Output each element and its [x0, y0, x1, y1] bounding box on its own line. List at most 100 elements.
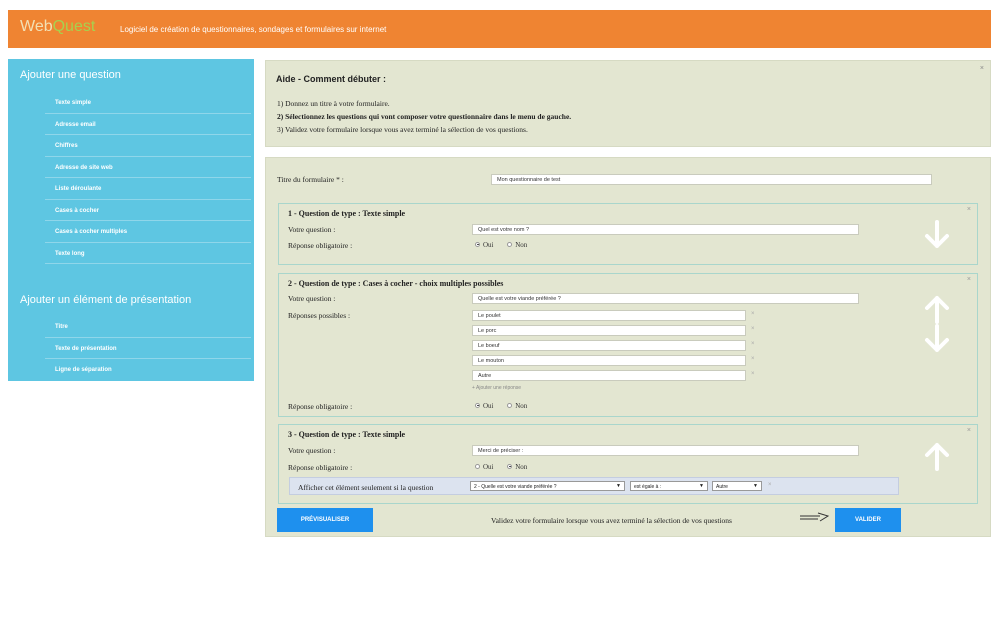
condition-operator-select[interactable]: est égale à : ▼ — [630, 481, 708, 491]
validate-hint-text: Validez votre formulaire lorsque vous av… — [491, 516, 732, 525]
question-1-required-no[interactable]: Non — [507, 241, 527, 249]
question-3-title: 3 - Question de type : Texte simple — [288, 430, 406, 439]
sidebar-presentation-list: Titre Texte de présentation Ligne de sép… — [45, 316, 251, 381]
form-title-label: Titre du formulaire * : — [277, 175, 344, 184]
sidebar-item-titre[interactable]: Titre — [45, 316, 251, 338]
condition-operator-value: est égale à : — [634, 483, 662, 490]
remove-answer-1-icon[interactable]: × — [751, 311, 755, 317]
chevron-down-icon: ▼ — [699, 483, 704, 489]
validate-button[interactable]: VALIDER — [835, 508, 901, 532]
question-2-required-radios: Oui Non — [475, 402, 539, 410]
answer-input-1[interactable]: Le poulet — [472, 310, 746, 321]
move-up-arrow-icon[interactable] — [924, 294, 950, 324]
display-condition-bar: Afficher cet élément seulement si la que… — [289, 477, 899, 495]
condition-question-value: 2 - Quelle est votre viande préférée ? — [474, 483, 557, 490]
radio-unchecked-icon — [507, 241, 513, 247]
question-block-2: 2 - Question de type : Cases à cocher - … — [278, 273, 978, 417]
question-3-question-input[interactable]: Merci de préciser : — [472, 445, 859, 456]
condition-value-value: Autre — [716, 483, 728, 490]
chevron-down-icon: ▼ — [753, 483, 758, 489]
sidebar-item-liste-deroulante[interactable]: Liste déroulante — [45, 178, 251, 200]
remove-answer-4-icon[interactable]: × — [751, 356, 755, 362]
question-1-required-radios: Oui Non — [475, 241, 539, 249]
sidebar-item-ligne-separation[interactable]: Ligne de séparation — [45, 359, 251, 381]
move-down-arrow-icon[interactable] — [924, 220, 950, 250]
question-2-question-label: Votre question : — [288, 294, 336, 303]
preview-button[interactable]: PRÉVISUALISER — [277, 508, 373, 532]
question-block-3: 3 - Question de type : Texte simple × Vo… — [278, 424, 978, 504]
sidebar-presentation-title: Ajouter un élément de présentation — [20, 294, 192, 306]
condition-value-select[interactable]: Autre ▼ — [712, 481, 762, 491]
question-1-required-yes[interactable]: Oui — [475, 241, 494, 249]
question-3-question-label: Votre question : — [288, 446, 336, 455]
chevron-down-icon: ▼ — [616, 483, 621, 489]
help-close-icon[interactable]: × — [980, 65, 984, 72]
answer-input-4[interactable]: Le mouton — [472, 355, 746, 366]
app-header: WebQuest Logiciel de création de questio… — [8, 10, 991, 48]
question-3-no-label: Non — [515, 463, 528, 471]
question-3-required-yes[interactable]: Oui — [475, 463, 494, 471]
sidebar-item-chiffres[interactable]: Chiffres — [45, 135, 251, 157]
question-2-required-no[interactable]: Non — [507, 402, 527, 410]
question-3-required-no[interactable]: Non — [507, 463, 527, 471]
question-3-close-icon[interactable]: × — [967, 427, 971, 434]
question-2-no-label: Non — [515, 402, 528, 410]
move-up-arrow-icon[interactable] — [924, 441, 950, 471]
question-1-title: 1 - Question de type : Texte simple — [288, 209, 406, 218]
help-step-2: 2) Sélectionnez les questions qui vont c… — [277, 112, 572, 121]
sidebar-item-texte-simple[interactable]: Texte simple — [45, 92, 251, 114]
question-2-answers-label: Réponses possibles : — [288, 311, 351, 320]
question-block-1: 1 - Question de type : Texte simple × Vo… — [278, 203, 978, 265]
help-title: Aide - Comment débuter : — [276, 74, 387, 84]
question-1-question-input[interactable]: Quel est votre nom ? — [472, 224, 859, 235]
radio-checked-icon — [475, 402, 480, 408]
sidebar: Ajouter une question Texte simple Adress… — [8, 59, 254, 381]
move-down-arrow-icon[interactable] — [924, 324, 950, 354]
radio-checked-icon — [475, 241, 480, 247]
question-1-question-label: Votre question : — [288, 225, 336, 234]
question-3-required-label: Réponse obligatoire : — [288, 463, 353, 472]
answer-input-3[interactable]: Le boeuf — [472, 340, 746, 351]
question-2-yes-label: Oui — [483, 402, 494, 410]
help-step-3: 3) Validez votre formulaire lorsque vous… — [277, 125, 528, 134]
logo-quest: Quest — [52, 18, 96, 35]
question-3-yes-label: Oui — [483, 463, 494, 471]
radio-unchecked-icon — [507, 402, 513, 408]
remove-answer-2-icon[interactable]: × — [751, 326, 755, 332]
remove-condition-icon[interactable]: × — [768, 482, 772, 488]
sidebar-item-adresse-site-web[interactable]: Adresse de site web — [45, 157, 251, 178]
question-1-close-icon[interactable]: × — [967, 206, 971, 213]
add-answer-link[interactable]: + Ajouter une réponse — [472, 385, 521, 391]
help-step-1: 1) Donnez un titre à votre formulaire. — [277, 99, 390, 108]
logo-web: Web — [20, 18, 53, 35]
tagline: Logiciel de création de questionnaires, … — [120, 25, 387, 34]
question-1-no-label: Non — [515, 241, 528, 249]
logo[interactable]: WebQuest — [20, 18, 95, 36]
question-1-yes-label: Oui — [483, 241, 494, 249]
question-2-required-label: Réponse obligatoire : — [288, 402, 353, 411]
question-2-required-yes[interactable]: Oui — [475, 402, 494, 410]
form-title-input[interactable]: Mon questionnaire de test — [491, 174, 932, 185]
sidebar-item-cases-a-cocher-multiples[interactable]: Cases à cocher multiples — [45, 221, 251, 243]
question-2-question-input[interactable]: Quelle est votre viande préférée ? — [472, 293, 859, 304]
condition-question-select[interactable]: 2 - Quelle est votre viande préférée ? ▼ — [470, 481, 625, 491]
remove-answer-5-icon[interactable]: × — [751, 371, 755, 377]
sidebar-item-adresse-email[interactable]: Adresse email — [45, 114, 251, 135]
question-2-close-icon[interactable]: × — [967, 276, 971, 283]
help-panel: Aide - Comment débuter : 1) Donnez un ti… — [265, 60, 991, 147]
hand-pointing-right-icon — [800, 512, 830, 522]
answer-input-2[interactable]: Le porc — [472, 325, 746, 336]
question-3-required-radios: Oui Non — [475, 463, 539, 471]
form-editor: Titre du formulaire * : Mon questionnair… — [265, 157, 991, 537]
question-1-required-label: Réponse obligatoire : — [288, 241, 353, 250]
sidebar-question-list: Texte simple Adresse email Chiffres Adre… — [45, 92, 251, 264]
question-2-title: 2 - Question de type : Cases à cocher - … — [288, 279, 504, 288]
sidebar-item-texte-long[interactable]: Texte long — [45, 243, 251, 264]
answer-input-5[interactable]: Autre — [472, 370, 746, 381]
sidebar-item-texte-presentation[interactable]: Texte de présentation — [45, 338, 251, 359]
sidebar-item-cases-a-cocher[interactable]: Cases à cocher — [45, 200, 251, 221]
sidebar-questions-title: Ajouter une question — [20, 69, 121, 81]
condition-label: Afficher cet élément seulement si la que… — [298, 483, 434, 492]
remove-answer-3-icon[interactable]: × — [751, 341, 755, 347]
radio-unchecked-icon — [475, 463, 480, 469]
